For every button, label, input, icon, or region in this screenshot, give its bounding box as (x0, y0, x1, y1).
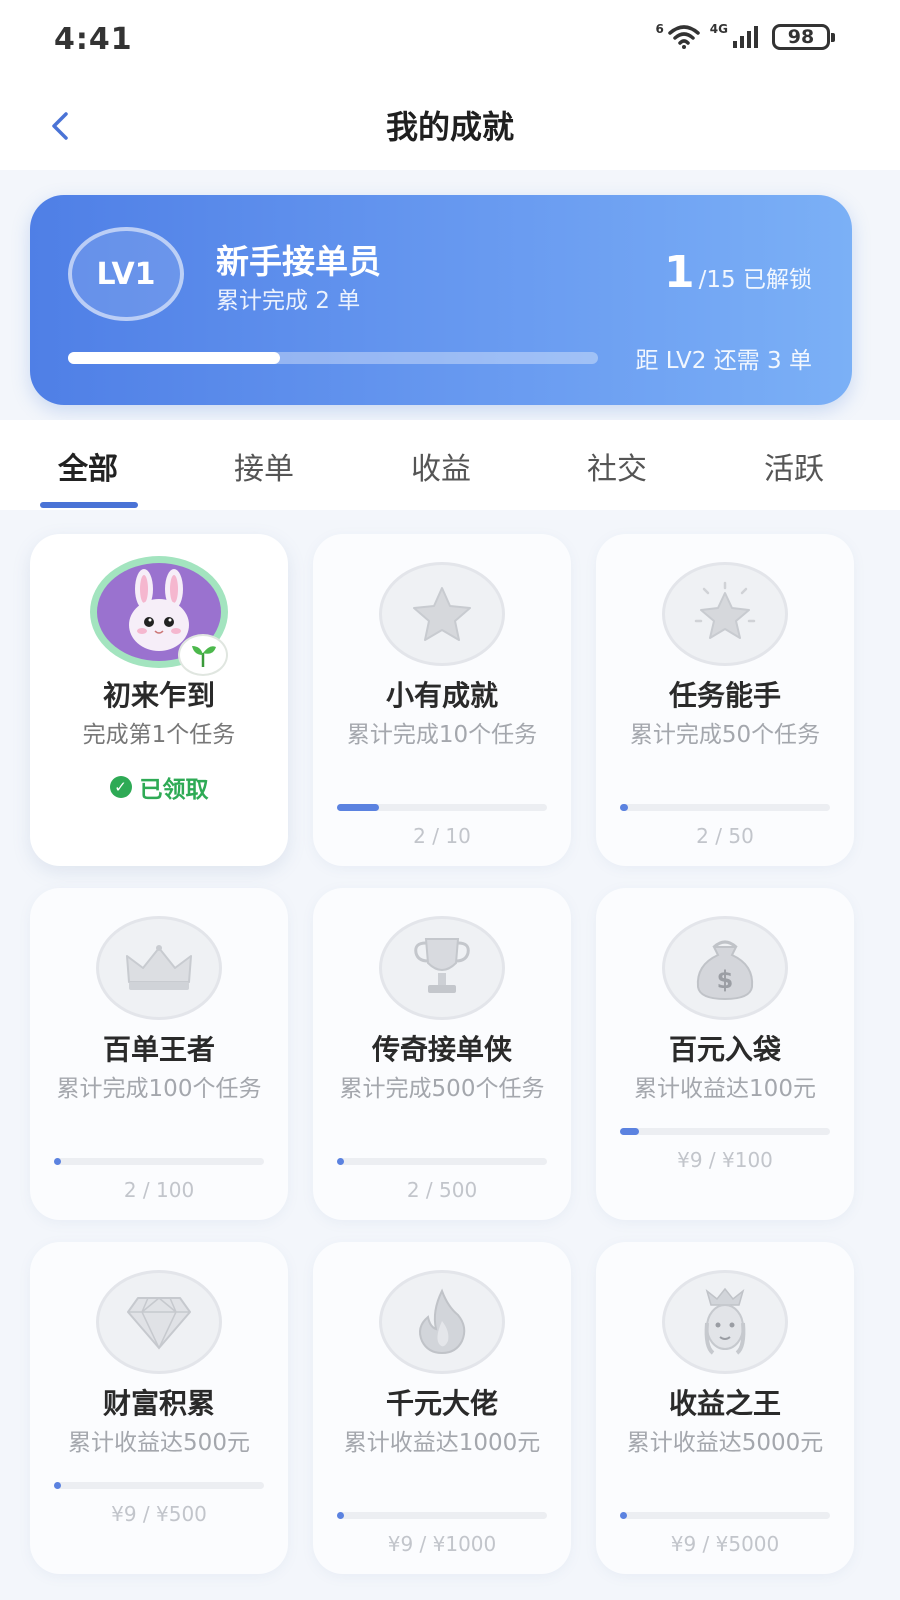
achievement-desc: 累计完成500个任务 (339, 1076, 545, 1102)
tab-indicator (40, 502, 138, 508)
achievement-title: 百单王者 (102, 1033, 215, 1066)
achievement-progress-fill (620, 804, 629, 811)
status-bar: 4:41 6 4G 98 (0, 0, 900, 84)
achievement-title: 任务能手 (668, 679, 781, 712)
diamond-icon (96, 1270, 222, 1374)
achievement-progress-bar (337, 1158, 547, 1165)
header: 我的成就 (0, 84, 900, 170)
tab-earnings[interactable]: 收益 (381, 444, 501, 488)
level-name: 新手接单员 (216, 242, 381, 281)
achievement-progress-fill (620, 1512, 628, 1519)
achievement-progress-bar (620, 1512, 830, 1519)
achievement-card[interactable]: 收益之王 累计收益达5000元 ¥9 / ¥5000 (596, 1242, 854, 1574)
achievement-desc: 累计收益达1000元 (343, 1430, 541, 1456)
level-subtitle: 累计完成 2 单 (216, 288, 361, 314)
achievement-desc: 累计完成50个任务 (629, 722, 821, 748)
unlocked-count: 1 (664, 247, 695, 298)
achievement-card[interactable]: 初来乍到 完成第1个任务 ✓ 已领取 (30, 534, 288, 866)
network-label: 4G (709, 22, 728, 36)
achievement-progress-bar (54, 1158, 264, 1165)
achievement-title: 传奇接单侠 (371, 1033, 512, 1066)
achievement-progress-fill (337, 1158, 345, 1165)
achievement-progress-bar (54, 1482, 264, 1489)
level-card: LV1 新手接单员 累计完成 2 单 1 /15 已解锁 距 LV2 还需 3 … (30, 195, 852, 405)
achievement-progress-label: ¥9 / ¥500 (111, 1502, 207, 1526)
achievement-desc: 累计完成100个任务 (56, 1076, 262, 1102)
achievement-card[interactable]: 财富积累 累计收益达500元 ¥9 / ¥500 (30, 1242, 288, 1574)
achievement-desc: 完成第1个任务 (82, 722, 236, 748)
tab-social[interactable]: 社交 (557, 444, 677, 488)
flame-icon (379, 1270, 505, 1374)
status-icons: 6 4G 98 (655, 22, 835, 50)
battery-icon: 98 (772, 24, 835, 50)
wifi-tag: 6 (655, 22, 664, 36)
achievement-progress-fill (337, 804, 379, 811)
status-time: 4:41 (54, 22, 133, 57)
achievement-desc: 累计收益达500元 (68, 1430, 250, 1456)
achievement-progress-fill (620, 1128, 639, 1135)
wifi-icon (668, 25, 700, 49)
rabbit-avatar-icon (90, 556, 228, 676)
achievement-progress-bar (620, 1128, 830, 1135)
achievement-card[interactable]: 传奇接单侠 累计完成500个任务 2 / 500 (313, 888, 571, 1220)
sprout-icon (178, 634, 228, 676)
achievement-progress-bar (337, 804, 547, 811)
achievement-card[interactable]: 千元大佬 累计收益达1000元 ¥9 / ¥1000 (313, 1242, 571, 1574)
princess-icon (662, 1270, 788, 1374)
sparkle-star-icon (662, 562, 788, 666)
achievement-progress-bar (337, 1512, 547, 1519)
achievement-progress-label: 2 / 50 (696, 824, 754, 848)
achievement-desc: 累计收益达5000元 (626, 1430, 824, 1456)
trophy-icon (379, 916, 505, 1020)
achievement-title: 收益之王 (668, 1387, 781, 1420)
next-level-text: 距 LV2 还需 3 单 (635, 348, 812, 374)
achievement-title: 千元大佬 (385, 1387, 498, 1420)
category-tabs: 全部 接单 收益 社交 活跃 (0, 420, 900, 510)
money-bag-icon: $ (662, 916, 788, 1020)
achievement-grid: 初来乍到 完成第1个任务 ✓ 已领取 小有成就 累计完成10个任务 2 / 10… (0, 510, 900, 1600)
achievement-title: 小有成就 (385, 679, 498, 712)
achievement-desc: 累计收益达100元 (634, 1076, 816, 1102)
star-icon (379, 562, 505, 666)
achievement-progress-label: 2 / 10 (413, 824, 471, 848)
unlock-summary: 1 /15 已解锁 (664, 247, 812, 298)
tab-all[interactable]: 全部 (28, 444, 148, 488)
achievement-progress-fill (54, 1482, 62, 1489)
level-badge: LV1 (68, 227, 184, 321)
claimed-label: 已领取 (139, 777, 209, 803)
level-progress-bar (68, 352, 598, 364)
achievement-progress-bar (620, 804, 830, 811)
achievement-card[interactable]: 百单王者 累计完成100个任务 2 / 100 (30, 888, 288, 1220)
achievement-progress-label: ¥9 / ¥5000 (670, 1532, 780, 1556)
achievement-progress-fill (54, 1158, 62, 1165)
claimed-status: ✓ 已领取 (30, 770, 288, 804)
achievement-card[interactable]: $ 百元入袋 累计收益达100元 ¥9 / ¥100 (596, 888, 854, 1220)
unlocked-total: /15 已解锁 (698, 267, 812, 293)
achievement-title: 财富积累 (102, 1387, 215, 1420)
signal-icon (733, 26, 758, 48)
svg-text:$: $ (717, 966, 734, 994)
achievement-card[interactable]: 任务能手 累计完成50个任务 2 / 50 (596, 534, 854, 866)
achievement-progress-label: 2 / 100 (123, 1178, 195, 1202)
achievement-title: 初来乍到 (102, 679, 215, 712)
achievement-progress-label: 2 / 500 (406, 1178, 478, 1202)
achievement-progress-fill (337, 1512, 345, 1519)
crown-icon (96, 916, 222, 1020)
achievement-progress-label: ¥9 / ¥1000 (387, 1532, 497, 1556)
achievement-title: 百元入袋 (668, 1033, 781, 1066)
level-progress-fill (68, 352, 280, 364)
achievement-card[interactable]: 小有成就 累计完成10个任务 2 / 10 (313, 534, 571, 866)
page-title: 我的成就 (385, 108, 514, 146)
tab-active[interactable]: 活跃 (734, 444, 854, 488)
check-circle-icon: ✓ (109, 776, 132, 798)
achievement-progress-label: ¥9 / ¥100 (677, 1148, 773, 1172)
achievement-desc: 累计完成10个任务 (346, 722, 538, 748)
tab-orders[interactable]: 接单 (204, 444, 324, 488)
